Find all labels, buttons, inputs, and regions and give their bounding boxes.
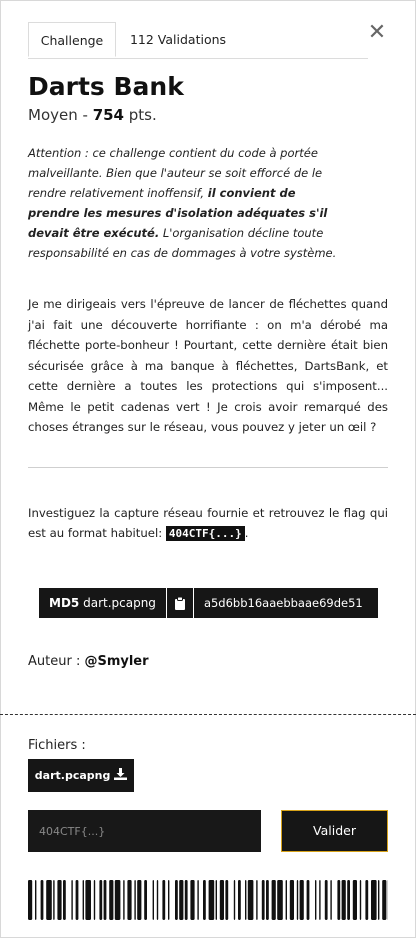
barcode-bar <box>93 880 96 920</box>
hash-algo: MD5 <box>49 596 80 610</box>
barcode-bar <box>75 880 79 920</box>
flag-format-code: 404CTF{...} <box>165 526 245 541</box>
hash-file: dart.pcapng <box>83 596 156 610</box>
barcode-bar <box>324 880 328 920</box>
barcode-bar <box>137 880 142 920</box>
divider <box>28 467 388 468</box>
barcode-bar <box>179 880 184 920</box>
barcode-bar <box>184 880 188 920</box>
barcode-bar <box>114 880 121 920</box>
challenge-panel <box>0 0 416 938</box>
barcode-bar <box>245 880 247 920</box>
points-value: 754 <box>92 106 124 124</box>
barcode-bar <box>123 880 125 920</box>
barcode-bar <box>319 880 321 920</box>
barcode-bar <box>109 880 114 920</box>
barcode-bar <box>215 880 217 920</box>
dashed-separator <box>0 714 416 715</box>
barcode-bar <box>289 880 294 920</box>
barcode-bar <box>256 880 258 920</box>
barcode-bar <box>103 880 107 920</box>
author-label: Auteur : <box>28 654 85 669</box>
hash-label: MD5 dart.pcapng <box>39 588 167 618</box>
barcode-bar <box>365 880 369 920</box>
flag-input[interactable] <box>28 810 261 852</box>
barcode-bar <box>53 880 55 920</box>
barcode-bar <box>28 880 33 920</box>
barcode-bar <box>190 880 195 920</box>
challenge-subtitle: Moyen - 754 pts. <box>28 106 157 124</box>
points-unit: pts. <box>124 106 157 124</box>
barcode-bar <box>162 880 166 920</box>
barcode-bar <box>315 880 317 920</box>
barcode-bar <box>197 880 199 920</box>
challenge-description: Je me dirigeais vers l'épreuve de lancer… <box>28 297 388 434</box>
barcode-bar <box>127 880 132 920</box>
file-button-label: dart.pcapng <box>34 769 111 782</box>
barcode-bar <box>144 880 147 920</box>
barcode-bar <box>233 880 236 920</box>
barcode-bar <box>247 880 254 920</box>
task-instructions: Investiguez la capture réseau fournie et… <box>28 503 388 544</box>
barcode-bar <box>168 880 170 920</box>
download-file-button[interactable]: dart.pcapng <box>28 759 134 792</box>
barcode-bar <box>378 880 380 920</box>
barcode-bar <box>266 880 269 920</box>
barcode-bar <box>99 880 103 920</box>
barcode-bar <box>261 880 265 920</box>
barcode-bar <box>299 880 304 920</box>
tab-bar: Challenge 112 Validations <box>28 22 368 59</box>
barcode-bar <box>219 880 224 920</box>
barcode-bar <box>203 880 206 920</box>
barcode-bar <box>306 880 310 920</box>
barcode-bar <box>337 880 341 920</box>
barcode-bar <box>85 880 91 920</box>
barcode-bar <box>156 880 159 920</box>
clipboard-icon <box>174 596 185 610</box>
barcode-bar <box>152 880 154 920</box>
barcode-bar <box>46 880 52 920</box>
barcode-bar <box>208 880 215 920</box>
author-name: @Smyler <box>84 654 149 669</box>
barcode-bar <box>330 880 332 920</box>
barcode-bar <box>175 880 178 920</box>
barcode-bar <box>371 880 377 920</box>
download-icon <box>114 768 128 780</box>
subtitle-separator: - <box>77 106 93 124</box>
difficulty-label: Moyen <box>28 106 78 124</box>
malware-warning: Attention : ce challenge contient du cod… <box>28 143 343 263</box>
barcode-bar <box>238 880 241 920</box>
challenge-title: Darts Bank <box>28 72 184 101</box>
hash-value[interactable]: a5d6bb16aaebbaae69de51 <box>193 588 378 618</box>
barcode-bar <box>347 880 350 920</box>
barcode-bar <box>277 880 283 920</box>
task-end: . <box>244 526 249 540</box>
barcode-bar <box>285 880 287 920</box>
barcode-bar <box>296 880 299 920</box>
files-label: Fichiers : <box>28 738 86 753</box>
close-icon[interactable]: ✕ <box>366 22 388 44</box>
barcode-bar <box>271 880 276 920</box>
barcode-bar <box>225 880 229 920</box>
barcode-bar <box>40 880 44 920</box>
barcode-bar <box>71 880 73 920</box>
barcode-bar <box>134 880 136 920</box>
barcode-bar <box>352 880 357 920</box>
barcode-bar <box>35 880 37 920</box>
file-hash-box: MD5 dart.pcapng a5d6bb16aaebbaae69de51 <box>39 588 378 618</box>
submit-button[interactable]: Valider <box>281 810 388 852</box>
barcode-bar <box>57 880 62 920</box>
barcode-decoration <box>28 880 388 920</box>
author-line: Auteur : @Smyler <box>28 654 149 669</box>
copy-hash-button[interactable] <box>166 588 194 618</box>
tab-challenge[interactable]: Challenge <box>28 22 116 57</box>
barcode-bar <box>82 880 84 920</box>
barcode-bar <box>341 880 346 920</box>
barcode-bar <box>63 880 66 920</box>
tab-validations[interactable]: 112 Validations <box>124 22 232 57</box>
barcode-bar <box>382 880 387 920</box>
barcode-bar <box>359 880 362 920</box>
